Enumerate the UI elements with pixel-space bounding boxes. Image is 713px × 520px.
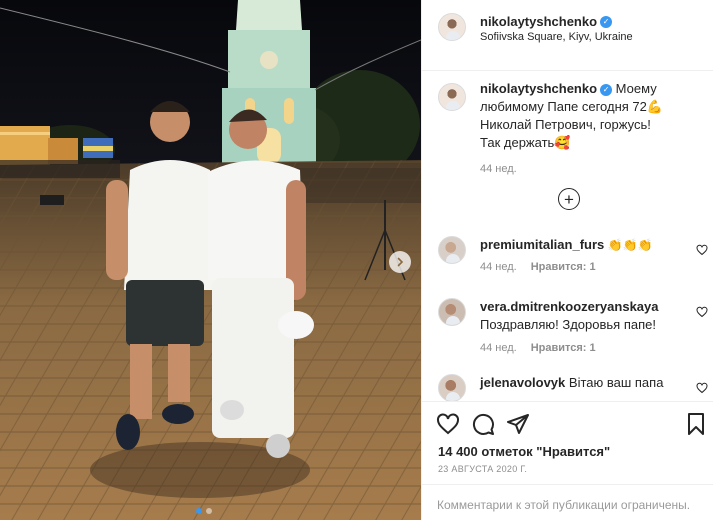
comment-meta: 44 нед. Нравится: 1	[480, 261, 596, 273]
avatar[interactable]	[438, 236, 466, 264]
comment-likes[interactable]: Нравится: 1	[531, 342, 596, 354]
comment-likes[interactable]: Нравится: 1	[531, 261, 596, 273]
caption-text: nikolaytyshchenko ✓ Моему любимому Папе с…	[480, 80, 698, 178]
caption-line-3: Николай Петрович, горжусь!	[480, 117, 651, 132]
avatar[interactable]	[438, 83, 466, 111]
comment-username[interactable]: vera.dmitrenkoozeryanskaya	[480, 299, 658, 314]
paper-plane-icon[interactable]	[506, 412, 530, 436]
avatar[interactable]	[438, 13, 466, 41]
flexed-biceps-emoji-icon: 💪	[646, 99, 664, 114]
comment-age: 44 нед.	[480, 342, 517, 354]
comment-text: Поздравляю! Здоровья папе!	[480, 317, 656, 332]
photo-scene	[0, 0, 421, 520]
carousel-dot	[206, 508, 212, 514]
load-more-comments-button[interactable]: +	[558, 188, 580, 210]
smiling-emoji-icon: 🥰	[554, 135, 571, 150]
caption-line-4: Так держать	[480, 135, 555, 150]
heart-icon[interactable]	[696, 306, 708, 318]
carousel-indicator	[196, 508, 212, 514]
comment-body: jelenavolovyk Вітаю ваш папа	[480, 374, 685, 392]
comment-username[interactable]: premiumitalian_furs	[480, 237, 604, 252]
verified-badge-icon: ✓	[600, 15, 613, 28]
caption-username[interactable]: nikolaytyshchenko	[480, 81, 597, 96]
heart-icon[interactable]	[436, 412, 460, 436]
avatar[interactable]	[438, 374, 466, 401]
verified-badge-icon: ✓	[600, 83, 613, 96]
comment-username[interactable]: jelenavolovyk	[480, 375, 565, 390]
comment-item: vera.dmitrenkoozeryanskaya Поздравляю! З…	[438, 298, 708, 354]
header-username-row: nikolaytyshchenko ✓	[480, 13, 613, 31]
comment-item: jelenavolovyk Вітаю ваш папа	[438, 374, 708, 401]
caption-line-1: Моему	[615, 81, 657, 96]
comments-section[interactable]: nikolaytyshchenko ✓ Моему любимому Папе с…	[422, 72, 713, 401]
caption-line-2: любимому Папе сегодня 72	[480, 99, 647, 114]
next-photo-button[interactable]	[389, 251, 411, 273]
comment-age: 44 нед.	[480, 261, 517, 273]
post-side-panel: nikolaytyshchenko ✓ Sofiivska Square, Kiy…	[421, 0, 713, 520]
caption-age: 44 нед.	[480, 163, 517, 175]
post-photo[interactable]	[0, 0, 421, 520]
post-date[interactable]: 23 АВГУСТА 2020 Г.	[438, 464, 527, 474]
heart-icon[interactable]	[696, 244, 708, 256]
comment-text: 👏👏👏	[607, 238, 653, 252]
post-actions: 14 400 отметок "Нравится" 23 АВГУСТА 202…	[422, 401, 713, 520]
comments-limited-notice: Комментарии к этой публикации ограничены…	[422, 484, 713, 520]
post-header: nikolaytyshchenko ✓ Sofiivska Square, Kiy…	[422, 0, 713, 71]
comment-icon[interactable]	[471, 412, 495, 436]
bookmark-icon[interactable]	[684, 412, 708, 436]
comment-body: vera.dmitrenkoozeryanskaya Поздравляю! З…	[480, 298, 685, 334]
chevron-right-icon	[397, 257, 404, 267]
location-link[interactable]: Sofiivska Square, Kiyv, Ukraine	[480, 31, 633, 43]
comment-body: premiumitalian_furs 👏👏👏	[480, 236, 685, 254]
carousel-dot-active	[196, 508, 202, 514]
plus-circle-icon: +	[564, 189, 574, 209]
comment-text: Вітаю ваш папа	[568, 375, 664, 390]
comment-item: premiumitalian_furs 👏👏👏 44 нед. Нравится…	[438, 236, 708, 286]
comment-meta: 44 нед. Нравится: 1	[480, 342, 596, 354]
header-username[interactable]: nikolaytyshchenko	[480, 14, 597, 29]
likes-count[interactable]: 14 400 отметок "Нравится"	[438, 444, 610, 459]
avatar[interactable]	[438, 298, 466, 326]
heart-icon[interactable]	[696, 382, 708, 394]
